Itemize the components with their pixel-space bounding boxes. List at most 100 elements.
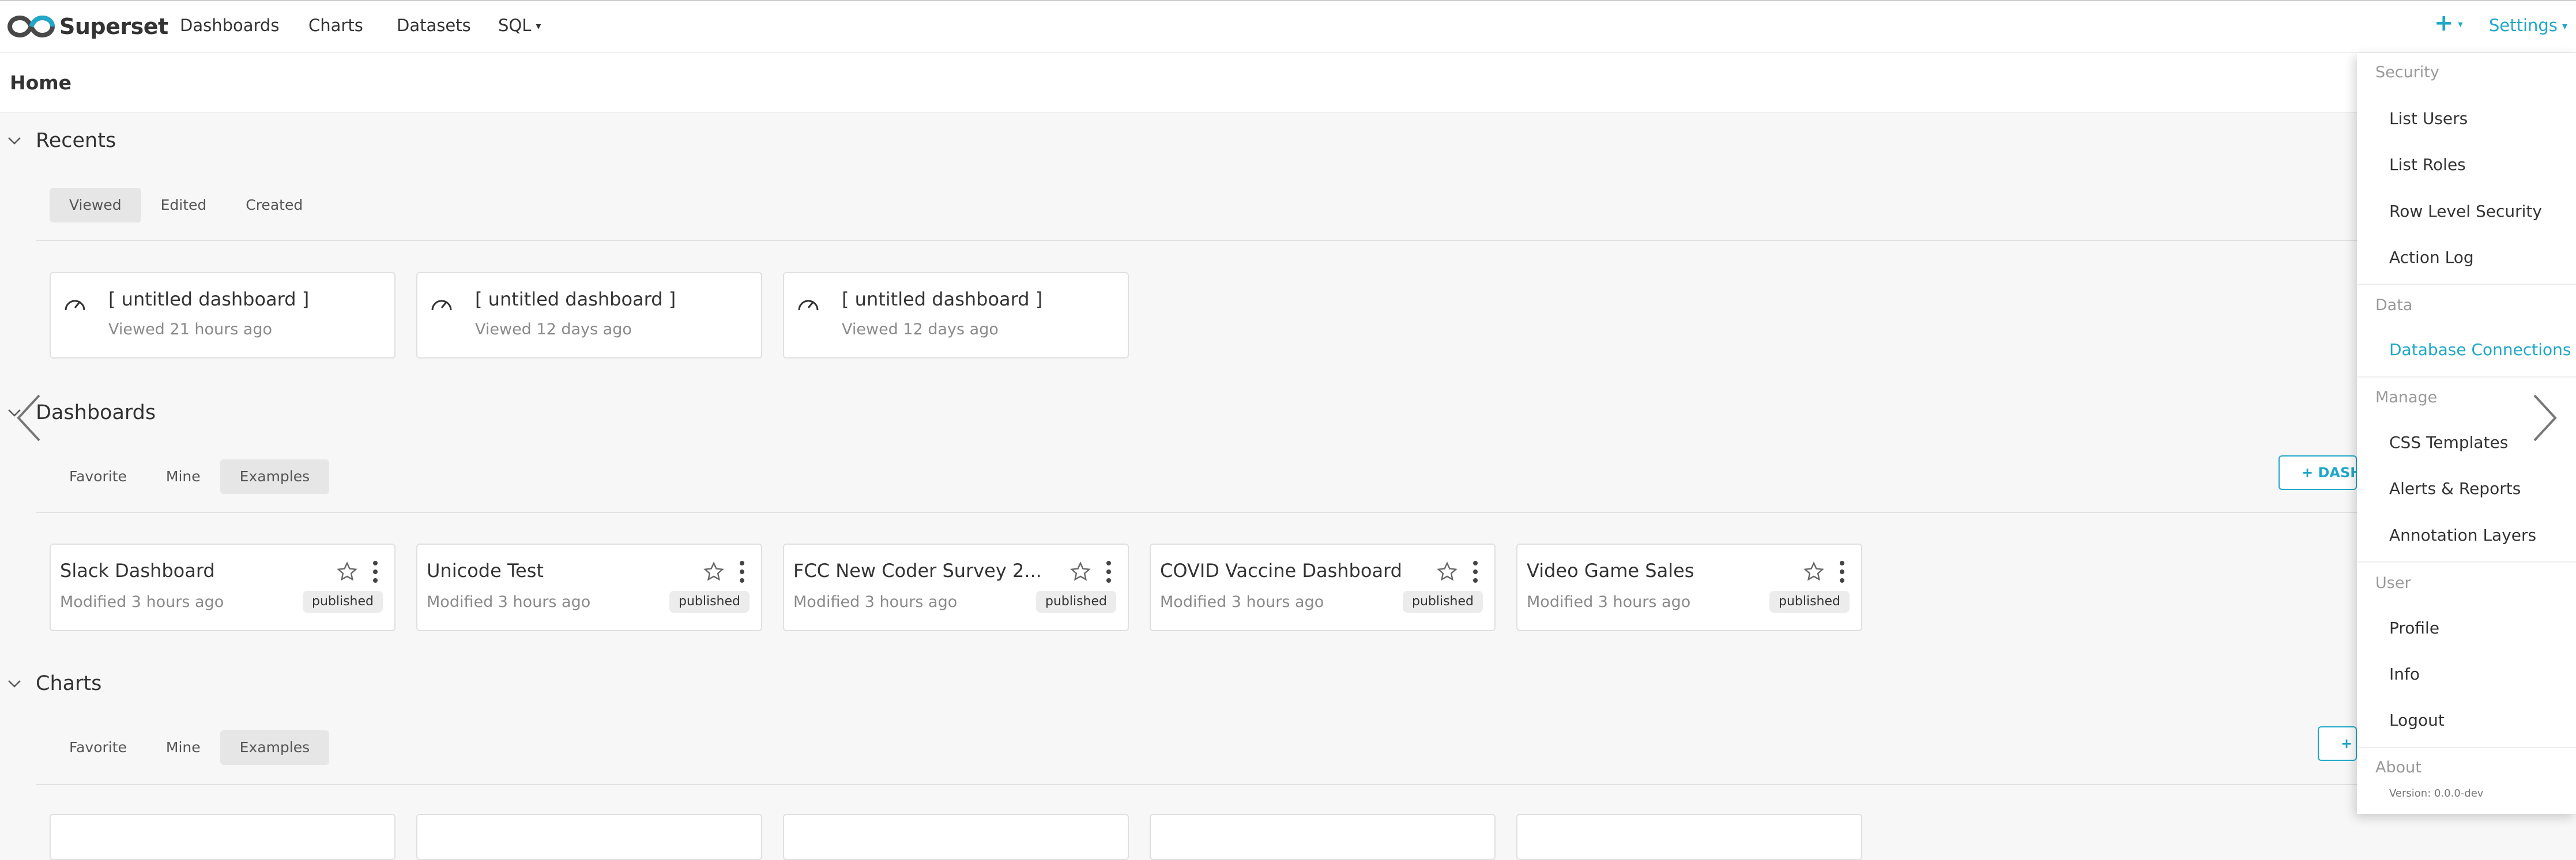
menu-item-alerts-reports[interactable]: Alerts & Reports: [2389, 478, 2521, 500]
nav-datasets[interactable]: Datasets: [397, 14, 471, 37]
menu-item-database-connections[interactable]: Database Connections: [2389, 339, 2571, 361]
menu-item-annotation-layers[interactable]: Annotation Layers: [2389, 525, 2536, 546]
menu-item-css-templates[interactable]: CSS Templates: [2389, 432, 2508, 454]
recent-card-subtitle: Viewed 21 hours ago: [108, 320, 273, 338]
dashboards-tabs: Favorite Mine Examples: [50, 459, 330, 494]
nav-sql[interactable]: SQL ▾: [498, 14, 541, 38]
superset-logo-icon: [7, 15, 55, 38]
add-chart-button[interactable]: +: [2318, 726, 2357, 761]
tab-favorite[interactable]: Favorite: [50, 459, 146, 494]
status-badge: published: [302, 591, 383, 613]
dashboard-gauge-icon: [65, 300, 85, 311]
section-divider: [36, 512, 2365, 513]
dashboard-card-modified: Modified 3 hours ago: [1160, 593, 1324, 611]
recent-card-title: [ untitled dashboard ]: [475, 288, 676, 310]
recent-card[interactable]: [ untitled dashboard ] Viewed 21 hours a…: [50, 272, 396, 359]
tab-examples[interactable]: Examples: [220, 459, 330, 494]
tab-viewed[interactable]: Viewed: [50, 188, 141, 222]
star-icon[interactable]: [1436, 561, 1458, 583]
dashboard-card-modified: Modified 3 hours ago: [1527, 593, 1691, 611]
plus-icon: +: [2434, 10, 2454, 36]
star-icon[interactable]: [1069, 561, 1091, 583]
menu-item-info[interactable]: Info: [2389, 663, 2420, 685]
menu-group-about: About: [2375, 759, 2421, 776]
menu-item-logout[interactable]: Logout: [2389, 710, 2445, 731]
caret-down-icon: ▾: [536, 20, 541, 32]
status-badge: published: [1035, 591, 1116, 613]
page-header: Home: [0, 53, 2576, 113]
tab-mine[interactable]: Mine: [146, 459, 220, 494]
carousel-prev-arrow-icon[interactable]: [14, 392, 43, 444]
menu-group-security: Security: [2375, 63, 2439, 81]
dashboard-card[interactable]: Slack Dashboard Modified 3 hours ago pub…: [50, 544, 396, 631]
chart-card[interactable]: [1150, 814, 1496, 860]
more-vertical-icon[interactable]: [737, 560, 747, 584]
recent-card[interactable]: [ untitled dashboard ] Viewed 12 days ag…: [783, 272, 1129, 359]
menu-group-user: User: [2375, 574, 2411, 592]
add-dashboard-button[interactable]: + DASH: [2279, 455, 2357, 490]
chart-card[interactable]: [1516, 814, 1862, 860]
dashboard-card-modified: Modified 3 hours ago: [427, 593, 591, 611]
page-title: Home: [10, 71, 72, 94]
status-badge: published: [1402, 591, 1483, 613]
tab-created[interactable]: Created: [226, 188, 322, 222]
star-icon[interactable]: [1803, 561, 1825, 583]
menu-divider: [2357, 561, 2576, 563]
menu-divider: [2357, 376, 2576, 378]
more-vertical-icon[interactable]: [1837, 560, 1847, 584]
brand-logo[interactable]: Superset: [7, 9, 168, 44]
dashboard-card[interactable]: Unicode Test Modified 3 hours ago publis…: [416, 544, 762, 631]
dashboard-gauge-icon: [798, 300, 819, 311]
dashboard-card[interactable]: Video Game Sales Modified 3 hours ago pu…: [1516, 544, 1862, 631]
tab-mine[interactable]: Mine: [146, 730, 220, 765]
status-badge: published: [669, 591, 750, 613]
chart-card[interactable]: [783, 814, 1129, 860]
new-item-menu[interactable]: + ▾: [2434, 12, 2463, 36]
dashboard-gauge-icon: [431, 300, 452, 311]
menu-item-action-log[interactable]: Action Log: [2389, 247, 2474, 269]
more-vertical-icon[interactable]: [1104, 560, 1113, 584]
carousel-next-arrow-icon[interactable]: [2531, 392, 2560, 444]
menu-item-row-level-security[interactable]: Row Level Security: [2389, 201, 2542, 222]
section-divider: [36, 240, 2365, 241]
brand-name: Superset: [59, 14, 168, 39]
dashboard-card-title: Unicode Test: [427, 560, 544, 582]
recents-title: Recents: [36, 129, 116, 152]
dashboard-card-title: COVID Vaccine Dashboard: [1160, 560, 1402, 582]
menu-item-profile[interactable]: Profile: [2389, 617, 2439, 639]
settings-menu-toggle[interactable]: Settings ▾: [2489, 14, 2567, 38]
recent-card-subtitle: Viewed 12 days ago: [475, 320, 632, 338]
recents-section-toggle[interactable]: Recents: [6, 127, 116, 154]
dashboard-card-modified: Modified 3 hours ago: [60, 593, 224, 611]
caret-down-icon: ▾: [2458, 18, 2463, 29]
recent-card[interactable]: [ untitled dashboard ] Viewed 12 days ag…: [416, 272, 762, 359]
dashboard-card[interactable]: FCC New Coder Survey 2... Modified 3 hou…: [783, 544, 1129, 631]
status-badge: published: [1769, 591, 1850, 613]
star-icon[interactable]: [703, 561, 725, 583]
chart-card[interactable]: [50, 814, 396, 860]
tab-edited[interactable]: Edited: [141, 188, 227, 222]
chart-card[interactable]: [416, 814, 762, 860]
nav-dashboards[interactable]: Dashboards: [180, 14, 279, 37]
menu-item-list-roles[interactable]: List Roles: [2389, 154, 2466, 176]
dashboard-card-title: Video Game Sales: [1527, 560, 1694, 582]
top-navbar: Superset Dashboards Charts Datasets SQL ▾…: [0, 0, 2576, 52]
tab-favorite[interactable]: Favorite: [50, 730, 146, 765]
dashboard-card-title: FCC New Coder Survey 2...: [793, 560, 1042, 582]
section-divider: [36, 784, 2365, 785]
recent-card-title: [ untitled dashboard ]: [842, 288, 1043, 310]
nav-charts[interactable]: Charts: [308, 14, 363, 37]
chevron-down-icon: [8, 680, 21, 688]
recents-tabs: Viewed Edited Created: [50, 188, 322, 222]
more-vertical-icon[interactable]: [1471, 560, 1480, 584]
tab-examples[interactable]: Examples: [220, 730, 330, 765]
star-icon[interactable]: [336, 561, 358, 583]
more-vertical-icon[interactable]: [371, 560, 380, 584]
recent-card-subtitle: Viewed 12 days ago: [842, 320, 999, 338]
menu-item-list-users[interactable]: List Users: [2389, 108, 2468, 130]
dashboard-card[interactable]: COVID Vaccine Dashboard Modified 3 hours…: [1150, 544, 1496, 631]
charts-tabs: Favorite Mine Examples: [50, 730, 330, 765]
chevron-down-icon: [8, 137, 21, 145]
charts-section-toggle[interactable]: Charts: [6, 670, 101, 697]
version-text: Version: 0.0.0-dev: [2389, 787, 2484, 799]
